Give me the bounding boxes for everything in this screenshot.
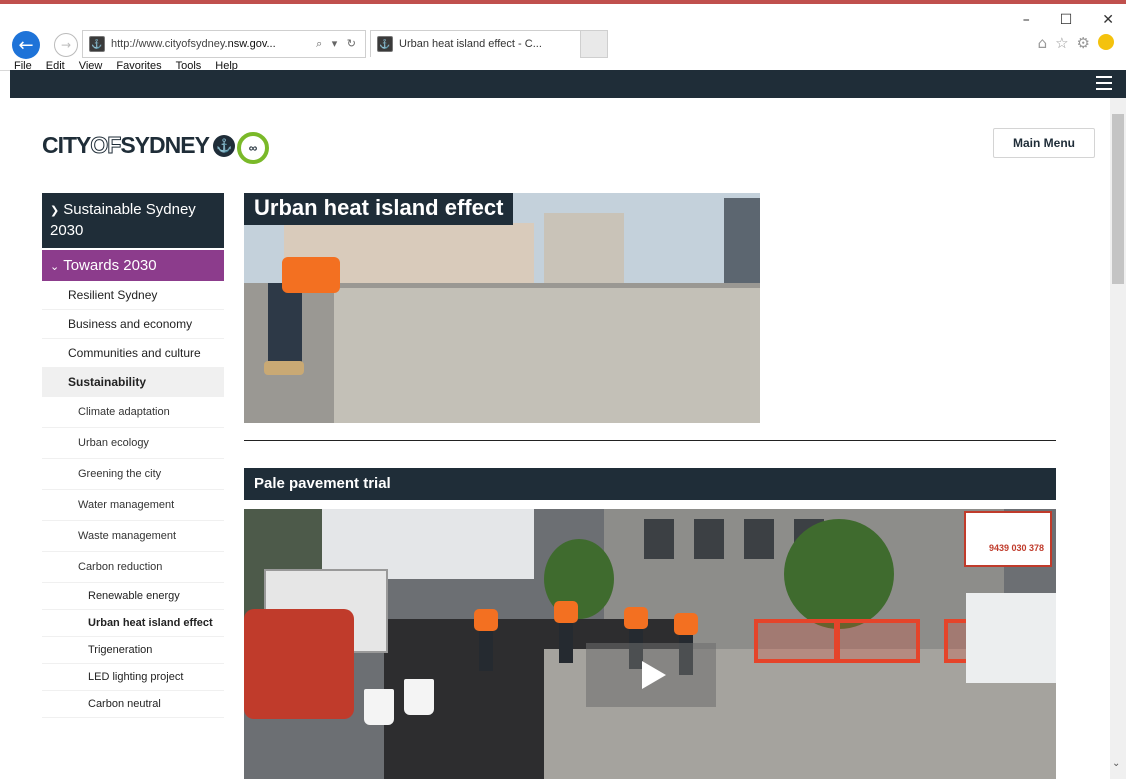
pale-pavement-video[interactable]: 9439 030 378 xyxy=(244,509,1056,779)
nav-towards-2030[interactable]: ⌄ Towards 2030 xyxy=(42,250,224,281)
favorites-star-icon[interactable]: ☆ xyxy=(1055,34,1068,52)
nav-water-management[interactable]: Water management xyxy=(42,490,224,521)
hero-building xyxy=(544,213,624,293)
back-arrow-icon: ← xyxy=(18,34,34,56)
hero-pale-pavement xyxy=(334,288,760,423)
address-url-prefix: http://www.cityofsydney xyxy=(111,38,225,50)
section-heading: Pale pavement trial xyxy=(244,468,1056,500)
page-scrollbar[interactable]: ⌄ xyxy=(1110,98,1126,779)
video-play-button[interactable] xyxy=(586,643,716,707)
new-tab-button[interactable] xyxy=(580,30,608,58)
nav-renewable-energy[interactable]: Renewable energy xyxy=(42,583,224,610)
home-icon[interactable]: ⌂ xyxy=(1038,34,1048,52)
chevron-right-icon: ❯ xyxy=(50,204,60,217)
logo-of-text: OF xyxy=(90,132,122,159)
nav-trigeneration[interactable]: Trigeneration xyxy=(42,637,224,664)
scrollbar-thumb[interactable] xyxy=(1112,114,1124,284)
nav-waste-management[interactable]: Waste management xyxy=(42,521,224,552)
feedback-smiley-icon[interactable] xyxy=(1098,34,1114,50)
scroll-down-icon[interactable]: ⌄ xyxy=(1112,758,1120,769)
nav-resilient-sydney[interactable]: Resilient Sydney xyxy=(42,281,224,310)
video-fence-panel xyxy=(834,619,920,663)
hero-worker xyxy=(264,253,344,383)
address-actions-icon[interactable]: ⌕ ▾ ↻ xyxy=(316,37,359,51)
video-worker xyxy=(474,609,498,679)
video-window xyxy=(644,519,674,559)
video-fence-panel xyxy=(754,619,840,663)
forward-arrow-icon: → xyxy=(60,38,72,52)
hero-worker-boot xyxy=(264,361,304,375)
nav-sustainability[interactable]: Sustainability xyxy=(42,368,224,397)
forward-button[interactable]: → xyxy=(54,33,78,57)
sustainable-sydney-logo-icon: ∞ xyxy=(237,132,269,164)
tab-favicon-icon: ⚓ xyxy=(377,36,393,52)
site-favicon-icon: ⚓ xyxy=(89,36,105,52)
address-url[interactable]: http://www.cityofsydney.nsw.gov... xyxy=(111,38,316,50)
window-controls: – ☐ ✕ xyxy=(1023,12,1114,28)
play-icon xyxy=(642,661,666,689)
address-bar[interactable]: ⚓ http://www.cityofsydney.nsw.gov... ⌕ ▾… xyxy=(82,30,366,58)
chevron-down-icon: ⌄ xyxy=(50,260,60,273)
video-red-vehicle xyxy=(244,609,354,719)
nav-top-label: Sustainable Sydney 2030 xyxy=(50,201,196,239)
anchor-emblem-icon: ⚓ xyxy=(212,134,235,157)
hero-title: Urban heat island effect xyxy=(244,193,514,225)
video-tree xyxy=(784,519,894,629)
nav-climate-adaptation[interactable]: Climate adaptation xyxy=(42,397,224,428)
video-window xyxy=(744,519,774,559)
main-menu-button[interactable]: Main Menu xyxy=(993,128,1095,158)
nav-sustainable-sydney-2030[interactable]: ❯ Sustainable Sydney 2030 xyxy=(42,193,224,248)
nav-towards-label: Towards 2030 xyxy=(63,257,157,274)
nav-communities-and-culture[interactable]: Communities and culture xyxy=(42,339,224,368)
hero-building xyxy=(724,198,760,288)
side-navigation: ❯ Sustainable Sydney 2030 ⌄ Towards 2030 R… xyxy=(42,193,224,718)
video-van xyxy=(966,593,1056,683)
minimize-button[interactable]: – xyxy=(1023,12,1030,28)
hero-worker-legs xyxy=(268,283,302,363)
video-bucket xyxy=(364,689,394,725)
page-content: CITY OF SYDNEY ⚓ ∞ Main Menu ❯ Sustainable S… xyxy=(10,98,1110,779)
hero-worker-vest xyxy=(282,257,340,293)
back-button[interactable]: ← xyxy=(12,31,40,59)
settings-gear-icon[interactable]: ⚙ xyxy=(1077,34,1090,52)
video-window xyxy=(694,519,724,559)
nav-carbon-neutral[interactable]: Carbon neutral xyxy=(42,691,224,718)
nav-greening-the-city[interactable]: Greening the city xyxy=(42,459,224,490)
nav-carbon-reduction[interactable]: Carbon reduction xyxy=(42,552,224,583)
close-window-button[interactable]: ✕ xyxy=(1102,12,1114,28)
video-bucket xyxy=(404,679,434,715)
video-worker xyxy=(554,601,578,671)
tab-title: Urban heat island effect - C... xyxy=(399,38,542,50)
nav-urban-heat-island-effect[interactable]: Urban heat island effect xyxy=(42,610,224,637)
browser-chrome: ← → ⚓ http://www.cityofsydney.nsw.gov...… xyxy=(0,4,1126,72)
hamburger-menu-icon[interactable] xyxy=(1096,76,1112,92)
video-company-sign: 9439 030 378 xyxy=(964,511,1052,567)
nav-business-and-economy[interactable]: Business and economy xyxy=(42,310,224,339)
nav-led-lighting-project[interactable]: LED lighting project xyxy=(42,664,224,691)
site-header-bar xyxy=(10,70,1126,98)
hero-image: Urban heat island effect xyxy=(244,193,760,423)
section-divider xyxy=(244,440,1056,441)
logo-city-text: CITY xyxy=(42,132,91,158)
browser-tab[interactable]: ⚓ Urban heat island effect - C... × xyxy=(370,30,608,57)
nav-urban-ecology[interactable]: Urban ecology xyxy=(42,428,224,459)
city-of-sydney-logo[interactable]: CITY OF SYDNEY ⚓ xyxy=(42,132,235,159)
logo-sydney-text: SYDNEY xyxy=(120,132,210,158)
browser-toolbar-icons: ⌂ ☆ ⚙ xyxy=(1038,34,1114,52)
maximize-button[interactable]: ☐ xyxy=(1060,12,1073,28)
address-url-domain: .nsw.gov... xyxy=(224,38,276,50)
